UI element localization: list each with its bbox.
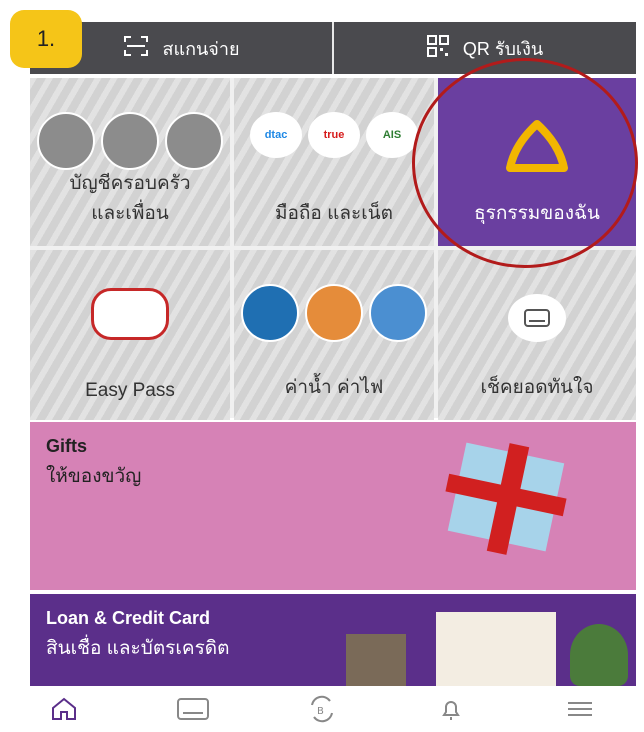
family-icons <box>30 112 230 170</box>
easy-pass-icon <box>30 288 230 340</box>
step-badge: 1. <box>10 10 82 68</box>
utility-logo-icon <box>369 284 427 342</box>
utility-logo-icon <box>241 284 299 342</box>
true-logo: true <box>308 112 360 158</box>
bank-logo-icon <box>438 118 636 178</box>
transfer-button[interactable]: B <box>292 687 352 731</box>
svg-text:B: B <box>317 706 324 717</box>
house-image <box>436 612 556 686</box>
tile-label: Easy Pass <box>85 380 175 401</box>
gifts-banner[interactable]: Gifts ให้ของขวัญ <box>30 422 636 590</box>
tile-label: เช็คยอดทันใจ <box>480 377 594 398</box>
tile-easy-pass[interactable]: Easy Pass <box>30 250 230 420</box>
bottom-navigation: B <box>0 686 644 732</box>
dtac-logo: dtac <box>250 112 302 158</box>
tile-utilities[interactable]: ค่าน้ำ ค่าไฟ <box>234 250 434 420</box>
tile-label: ธุรกรรมของฉัน <box>474 203 600 224</box>
tile-label: ค่าน้ำ ค่าไฟ <box>284 377 384 398</box>
tile-mobile-internet[interactable]: dtac true AIS มือถือ และเน็ต <box>234 78 434 246</box>
person-icon <box>165 112 223 170</box>
services-grid: บัญชีครอบครัว และเพื่อน dtac true AIS มื… <box>30 78 636 420</box>
hamburger-icon <box>567 702 592 716</box>
tile-label: มือถือ และเน็ต <box>274 203 394 224</box>
home-icon <box>52 697 77 720</box>
tile-family-friends[interactable]: บัญชีครอบครัว และเพื่อน <box>30 78 230 246</box>
person-icon <box>37 112 95 170</box>
bell-icon <box>441 701 460 720</box>
tile-quick-balance[interactable]: เช็คยอดทันใจ <box>438 250 636 420</box>
transfer-icon: B <box>311 695 333 723</box>
coins-image <box>346 634 406 686</box>
tile-label: บัญชีครอบครัว และเพื่อน <box>69 173 191 224</box>
card-icon <box>438 294 636 342</box>
scan-pay-label: สแกนจ่าย <box>162 38 240 59</box>
person-icon <box>101 112 159 170</box>
qr-receive-label: QR รับเงิน <box>462 38 544 59</box>
card-icon <box>177 698 210 720</box>
scan-icon <box>123 35 149 62</box>
menu-button[interactable] <box>550 687 610 731</box>
carrier-icons: dtac true AIS <box>234 112 434 158</box>
plant-image <box>570 624 628 686</box>
top-actions: สแกนจ่าย QR รับเงิน <box>30 22 636 74</box>
home-button[interactable] <box>34 687 94 731</box>
qr-receive-button[interactable]: QR รับเงิน <box>334 22 636 74</box>
ais-logo: AIS <box>366 112 418 158</box>
utility-logo-icon <box>305 284 363 342</box>
loan-banner[interactable]: Loan & Credit Card สินเชื่อ และบัตรเครดิ… <box>30 594 636 686</box>
qr-icon <box>426 34 449 62</box>
utility-icons <box>234 284 434 342</box>
banner-title: Gifts <box>46 436 88 456</box>
card-button[interactable] <box>163 687 223 731</box>
notification-button[interactable] <box>421 687 481 731</box>
tile-my-transactions[interactable]: ธุรกรรมของฉัน <box>438 78 636 246</box>
